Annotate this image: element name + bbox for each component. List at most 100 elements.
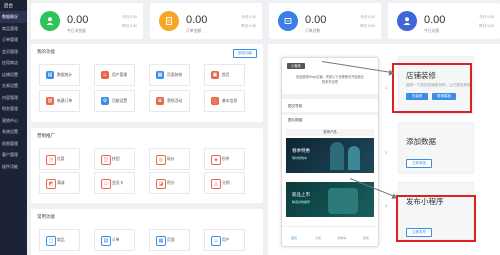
stat-value: 0.00	[424, 14, 446, 26]
add-function-button[interactable]: 添加功能	[233, 49, 257, 58]
tile-label: 砍价	[167, 156, 175, 161]
stat-label: 今日浏览量	[67, 29, 86, 33]
order-list-icon: ▤	[101, 236, 111, 246]
step-number: 1	[385, 85, 388, 90]
bargain-icon: ◎	[156, 155, 166, 165]
points-icon: ◪	[156, 179, 166, 189]
stat-today-value: 0.00	[130, 15, 137, 19]
sidebar-header: 后台	[4, 3, 13, 8]
tile-orders[interactable]: ▤ 订单	[94, 229, 135, 251]
sidebar-item-trade[interactable]: 交易设置	[0, 80, 27, 92]
phone-notice: 欢迎使用Shop店铺，完成以下步骤即可开始营业 快来开店吧	[288, 75, 372, 84]
my-functions-panel: 我的功能 添加功能 ▤ 数据统计 ☺ 用户管理 ▦ 页面装修 ▣ 首页 ▥ 新建订单 ⚙ 功…	[31, 44, 263, 122]
tile-label: 功能设置	[112, 98, 128, 103]
tile-page-design[interactable]: ▦ 页面装修	[149, 64, 190, 86]
group-icon: ◫	[101, 155, 111, 165]
flash-icon: ◈	[211, 155, 221, 165]
tile-label: 秒杀	[222, 156, 230, 161]
tile-member-card[interactable]: ▭ 会员卡	[94, 172, 135, 194]
sidebar-item-dashboard[interactable]: 数据概况	[0, 11, 27, 23]
sidebar-item-goods[interactable]: 商品管理	[0, 23, 27, 35]
stat-today-label: 今日	[122, 15, 130, 19]
tile-users[interactable]: ☺ 用户	[204, 229, 245, 251]
highlight-box-decorate	[392, 63, 472, 113]
promo-image-2-subtitle: 精选好物推荐	[292, 200, 311, 204]
tile-home[interactable]: ▣ 首页	[204, 64, 245, 86]
user-manage-icon: ☺	[211, 236, 221, 246]
tile-label: 用户	[222, 237, 230, 242]
tile-new-order[interactable]: ▥ 新建订单	[39, 90, 80, 112]
stat-today-value: 0.00	[368, 15, 375, 19]
tile-bargain[interactable]: ◎ 砍价	[149, 148, 190, 170]
tile-pages[interactable]: ▦ 页面	[149, 229, 190, 251]
phone-tab-cart[interactable]: 购物车	[330, 227, 354, 245]
tile-points[interactable]: ◪ 积分	[149, 172, 190, 194]
phone-tab-category[interactable]: 分类	[306, 227, 330, 245]
tile-label: 页面	[167, 237, 175, 242]
step-number: 3	[385, 203, 388, 208]
sidebar-item-apps[interactable]: 应用商店	[0, 57, 27, 69]
share-icon: ◬	[211, 179, 221, 189]
tile-label: 新建订单	[57, 98, 73, 103]
sidebar-item-system[interactable]: 系统设置	[0, 126, 27, 138]
page-icon: ▦	[156, 236, 166, 246]
phone-banner-label: 推荐产品	[286, 129, 374, 136]
phone-preview: 小程序 欢迎使用Shop店铺，完成以下步骤即可开始营业 快来开店吧 图文导航 图…	[281, 57, 379, 247]
cart-icon	[278, 11, 298, 31]
document-icon	[159, 11, 179, 31]
step-card-add-data: 添加数据 立即添加	[398, 122, 474, 174]
sidebar-item-customers[interactable]: 客户管理	[0, 149, 27, 161]
phone-tab-mine[interactable]: 我的	[354, 227, 378, 245]
stat-label: 订单金额	[186, 29, 202, 33]
panel-title: 常用功能	[37, 214, 55, 219]
tile-group-buy[interactable]: ◫ 拼团	[94, 148, 135, 170]
stat-yesterday-value: 0.00	[130, 24, 137, 28]
sidebar-item-plugins[interactable]: 插件功能	[0, 161, 27, 173]
order-icon: ▥	[46, 97, 54, 105]
stat-today-value: 0.00	[249, 15, 256, 19]
phone-section-nav: 图文导航	[288, 104, 303, 108]
tile-label: 数据统计	[57, 72, 73, 77]
stat-card-order-count: 0.00 订单总数 今日 0.00 昨日 0.00	[269, 3, 381, 39]
tile-label: 分销	[222, 180, 230, 185]
tile-label: 商品	[57, 237, 65, 242]
stat-yesterday-label: 昨日	[241, 24, 249, 28]
panel-title: 我的功能	[37, 49, 55, 54]
tile-label: 积分	[167, 180, 175, 185]
tile-user-manage[interactable]: ☺ 用户管理	[94, 64, 135, 86]
sidebar-item-content[interactable]: 内容管理	[0, 92, 27, 104]
panel-title: 营销推广	[37, 133, 55, 138]
tile-data-stats[interactable]: ▤ 数据统计	[39, 64, 80, 86]
sidebar-item-members[interactable]: 会员管理	[0, 46, 27, 58]
tile-discount[interactable]: ◩ 满减	[39, 172, 80, 194]
tile-label: 首页	[222, 72, 230, 77]
step-title: 添加数据	[406, 137, 436, 146]
sidebar-item-finance[interactable]: 财务管理	[0, 103, 27, 115]
coupon-icon: ◷	[46, 155, 56, 165]
tile-function-settings[interactable]: ⚙ 功能设置	[94, 90, 135, 112]
stat-yesterday-label: 昨日	[479, 24, 487, 28]
step-number: 2	[385, 150, 388, 155]
stat-value: 0.00	[186, 14, 208, 26]
phone-tab-home[interactable]: 首页	[282, 227, 306, 245]
stat-label: 今日访客	[424, 29, 440, 33]
stat-card-visitors: 0.00 今日访客 今日 0.00 昨日 0.00	[388, 3, 500, 39]
stat-value: 0.00	[67, 14, 89, 26]
phone-tab-bar: 首页 分类 购物车 我的	[282, 226, 378, 245]
sidebar-item-marketing[interactable]: 营销中心	[0, 115, 27, 127]
sidebar-item-orders[interactable]: 订单管理	[0, 34, 27, 46]
tile-label: 基本信息	[222, 98, 238, 103]
tile-distribution[interactable]: ◬ 分销	[204, 172, 245, 194]
sidebar-item-permissions[interactable]: 权限管理	[0, 138, 27, 150]
tile-marketing-activity[interactable]: ✿ 营销活动	[149, 90, 190, 112]
settings-icon: ⚙	[101, 97, 109, 105]
tile-flash-sale[interactable]: ◈ 秒杀	[204, 148, 245, 170]
card-icon: ▭	[101, 179, 111, 189]
stat-label: 订单总数	[305, 29, 321, 33]
add-data-button[interactable]: 立即添加	[406, 159, 432, 168]
tile-coupon[interactable]: ◷ 优惠	[39, 148, 80, 170]
tile-goods[interactable]: ▢ 商品	[39, 229, 80, 251]
tile-basic-info[interactable]: ⓘ 基本信息	[204, 90, 245, 112]
layout-icon: ▦	[156, 71, 164, 79]
sidebar-item-shop-settings[interactable]: 店铺设置	[0, 69, 27, 81]
